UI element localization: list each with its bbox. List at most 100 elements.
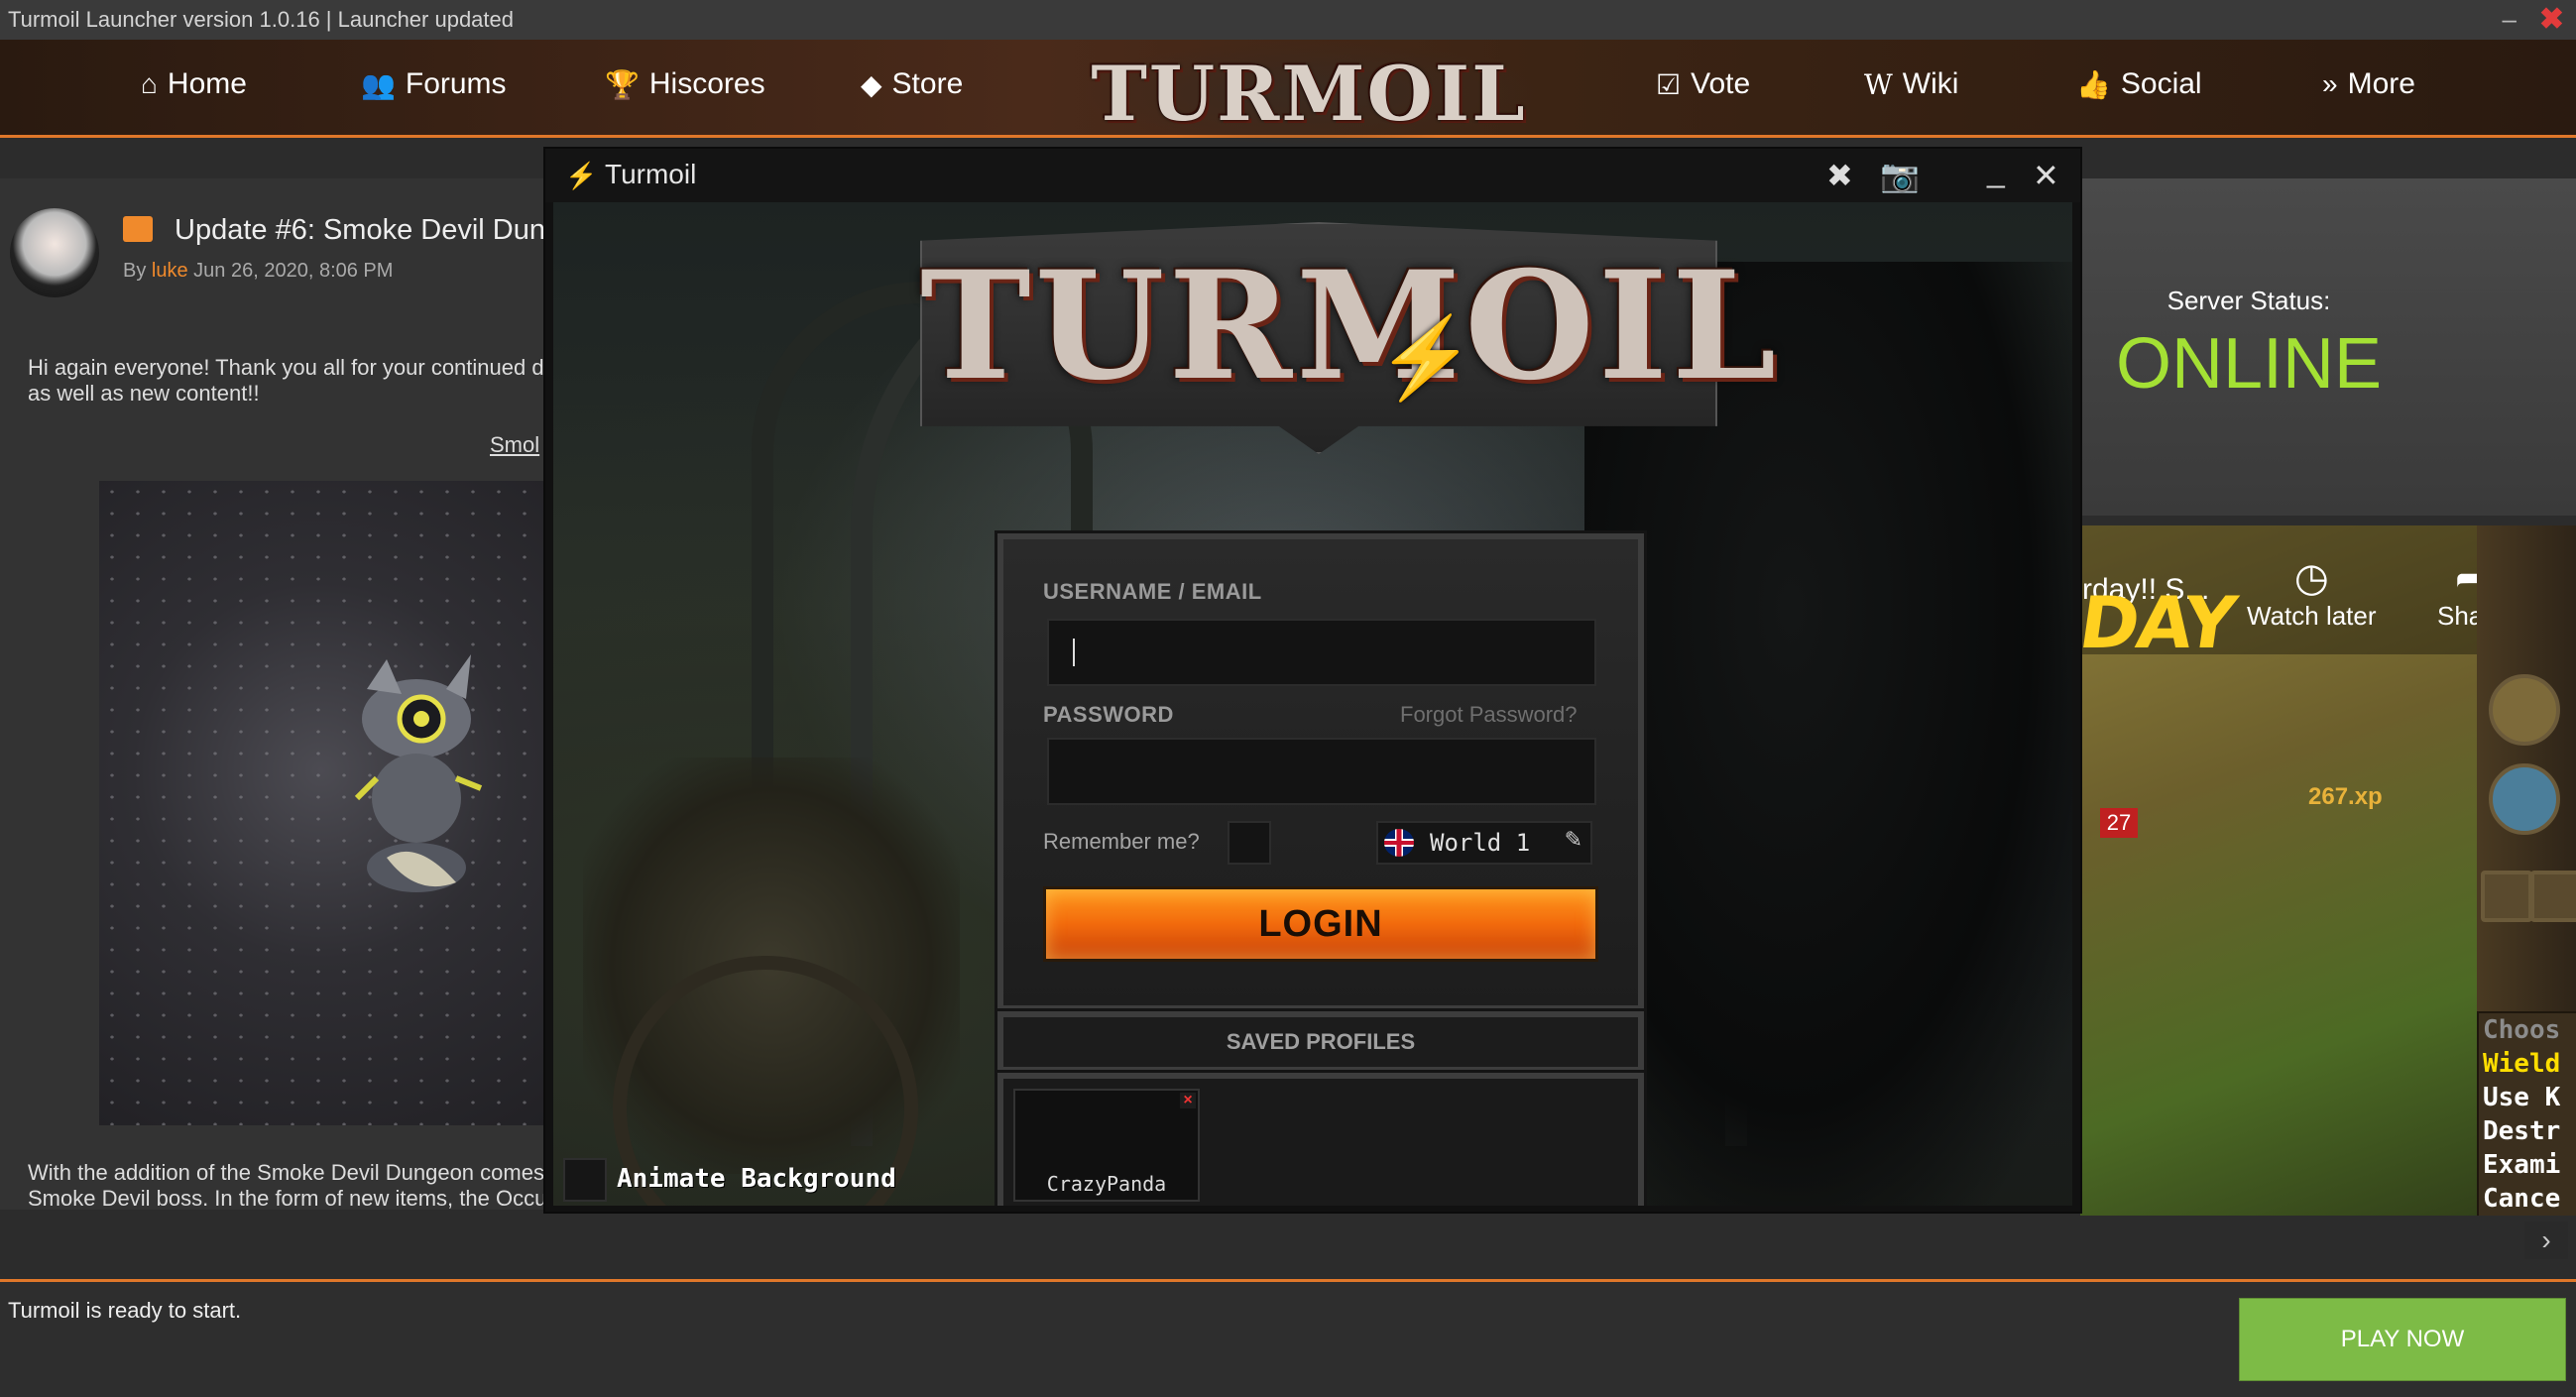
saved-profile-name: CrazyPanda <box>1046 1172 1167 1196</box>
post-body-line: With the addition of the Smoke Devil Dun… <box>28 1160 543 1185</box>
login-form: USERNAME / EMAIL PASSWORD Forgot Passwor… <box>997 533 1644 1011</box>
post-body-continued: With the addition of the Smoke Devil Dun… <box>28 1160 543 1210</box>
post-body-line: Hi again everyone! Thank you all for you… <box>28 355 543 380</box>
menu-item: Exami <box>2483 1150 2561 1180</box>
author-avatar <box>10 208 99 297</box>
nav-store-label: Store <box>891 67 964 100</box>
nav-forums[interactable]: 👥 Forums <box>361 67 507 101</box>
nav-hiscores-label: Hiscores <box>648 67 765 100</box>
watch-later-label: Watch later <box>2247 601 2377 631</box>
window-title: Turmoil Launcher version 1.0.16 | Launch… <box>8 7 514 32</box>
launcher-status: Turmoil is ready to start. <box>8 1298 242 1323</box>
coins-icon <box>2489 674 2560 746</box>
window-title-bar: Turmoil Launcher version 1.0.16 | Launch… <box>0 0 2576 41</box>
client-close-icon[interactable]: ✕ <box>2033 157 2059 194</box>
world-map-icon <box>2489 763 2560 835</box>
smoke-devil-screenshot <box>99 481 543 1125</box>
video-preview[interactable]: rday!! S... DAY ◷ Watch later ➦ Share 27… <box>2080 525 2576 1216</box>
video-promo-text: DAY <box>2080 581 2240 664</box>
post-body-line: as well as new content!! <box>28 381 260 406</box>
users-icon: 👥 <box>361 68 396 100</box>
server-status-value: ONLINE <box>2115 324 2383 404</box>
minimize-icon[interactable]: – <box>2503 4 2517 35</box>
post-icon <box>123 216 153 242</box>
login-button[interactable]: LOGIN <box>1043 886 1598 962</box>
world-label: World 1 <box>1430 829 1531 857</box>
post-link[interactable]: Smol <box>490 432 539 458</box>
saved-profiles-header: SAVED PROFILES <box>997 1011 1644 1073</box>
news-panel: Update #6: Smoke Devil Dung By luke Jun … <box>0 178 543 1210</box>
client-title-bar[interactable]: ⚡ Turmoil ✖ 📷 _ ✕ <box>545 149 2080 202</box>
nav-store[interactable]: ◆ Store <box>861 67 963 101</box>
menu-item: Use K <box>2483 1083 2561 1112</box>
nav-more-label: More <box>2347 67 2415 100</box>
animate-background-checkbox[interactable] <box>563 1158 607 1202</box>
post-body-intro: Hi again everyone! Thank you all for you… <box>28 355 543 407</box>
remember-me-label: Remember me? <box>1043 829 1200 854</box>
combat-icon <box>2481 871 2532 922</box>
username-input[interactable] <box>1047 619 1596 686</box>
wiki-icon: W <box>1864 67 1893 101</box>
vote-icon: ☑ <box>1656 68 1682 100</box>
carousel-next-icon[interactable]: › <box>2524 1222 2568 1259</box>
username-label: USERNAME / EMAIL <box>1043 579 1262 604</box>
nav-wiki-label: Wiki <box>1902 67 1959 100</box>
nav-home[interactable]: ⌂ Home <box>141 67 247 101</box>
nav-bar: ⌂ Home 👥 Forums 🏆 Hiscores ◆ Store TURMO… <box>0 40 2576 147</box>
server-status-panel: Server Status: ONLINE <box>2080 178 2576 516</box>
launcher-footer: Turmoil is ready to start. PLAY NOW <box>0 1279 2576 1397</box>
hitsplat: 27 <box>2100 808 2138 838</box>
post-title[interactable]: Update #6: Smoke Devil Dung <box>175 214 543 247</box>
saved-profile[interactable]: × CrazyPanda <box>1013 1089 1200 1202</box>
post-meta: By luke Jun 26, 2020, 8:06 PM <box>123 260 393 283</box>
nav-social[interactable]: 👍 Social <box>2076 67 2202 101</box>
settings-icon[interactable]: ✖ <box>1826 157 1853 194</box>
turmoil-flame-icon: ⚡ <box>565 161 598 190</box>
thumbs-up-icon: 👍 <box>2076 68 2111 100</box>
play-now-button[interactable]: PLAY NOW <box>2239 1298 2566 1381</box>
xp-drop: 267.xp <box>2308 783 2383 810</box>
nav-social-label: Social <box>2120 67 2202 100</box>
world-selector[interactable]: World 1 ✎ <box>1376 821 1592 865</box>
menu-item: Cance <box>2483 1184 2561 1214</box>
turmoil-logo[interactable]: TURMOIL <box>1076 40 1542 147</box>
diamond-icon: ◆ <box>861 68 882 100</box>
camera-icon[interactable]: 📷 <box>1880 157 1920 194</box>
client-minimize-icon[interactable]: _ <box>1987 153 2005 189</box>
forgot-password-link[interactable]: Forgot Password? <box>1400 702 1578 728</box>
post-body-line: Smoke Devil boss. In the form of new ite… <box>28 1186 543 1210</box>
menu-item: Choos <box>2483 1015 2561 1045</box>
nav-vote[interactable]: ☑ Vote <box>1656 67 1750 101</box>
smoke-devil-image <box>354 654 483 892</box>
password-label: PASSWORD <box>1043 702 1174 727</box>
game-client-window: ⚡ Turmoil ✖ 📷 _ ✕ TURMOIL ⚡ USERNAME / E… <box>543 147 2082 1214</box>
nav-vote-label: Vote <box>1691 67 1751 100</box>
post-date: Jun 26, 2020, 8:06 PM <box>193 260 394 282</box>
lightning-icon: ⚡ <box>1376 313 1475 402</box>
pencil-icon[interactable]: ✎ <box>1565 827 1582 853</box>
close-icon[interactable]: ✖ <box>2539 2 2564 37</box>
menu-item: Destr <box>2483 1116 2561 1146</box>
server-status-label: Server Status: <box>2166 286 2331 315</box>
nav-forums-label: Forums <box>405 67 507 100</box>
uk-flag-icon <box>1384 829 1414 857</box>
nav-hiscores[interactable]: 🏆 Hiscores <box>605 67 765 101</box>
saved-profiles-list: × CrazyPanda <box>997 1073 1644 1206</box>
post-by: By <box>123 260 147 282</box>
watch-later-button[interactable]: ◷ Watch later <box>2247 555 2377 632</box>
login-background: TURMOIL ⚡ USERNAME / EMAIL PASSWORD Forg… <box>553 202 2072 1206</box>
remove-profile-icon[interactable]: × <box>1180 1093 1196 1108</box>
nav-more[interactable]: » More <box>2322 67 2415 101</box>
client-logo: TURMOIL <box>920 239 1781 413</box>
home-icon: ⌂ <box>141 68 158 99</box>
password-input[interactable] <box>1047 738 1596 805</box>
post-author[interactable]: luke <box>152 260 188 282</box>
nav-home-label: Home <box>167 67 247 100</box>
trophy-icon: 🏆 <box>605 68 640 100</box>
remember-me-checkbox[interactable] <box>1228 821 1271 865</box>
client-title: Turmoil <box>605 159 697 189</box>
text-caret <box>1073 639 1075 666</box>
nav-wiki[interactable]: W Wiki <box>1864 67 1958 101</box>
context-menu: Choos Wield Use K Destr Exami Cance <box>2477 1011 2576 1216</box>
animate-background-label: Animate Background <box>617 1164 896 1194</box>
